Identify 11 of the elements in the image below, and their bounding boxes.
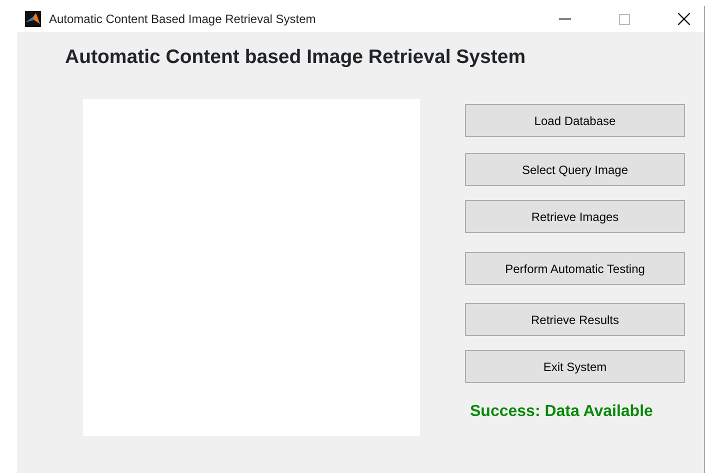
action-button[interactable]: Perform Automatic Testing <box>465 252 685 286</box>
action-button[interactable]: Select Query Image <box>465 153 685 186</box>
close-icon[interactable] <box>678 13 690 25</box>
action-button[interactable]: Retrieve Images <box>465 200 685 234</box>
status-message: Success: Data Available <box>470 402 653 422</box>
app-heading: Automatic Content based Image Retrieval System <box>64 45 527 70</box>
action-button[interactable]: Retrieve Results <box>465 303 685 336</box>
action-button[interactable]: Exit System <box>465 350 685 384</box>
window-title: Automatic Content Based Image Retrieval System <box>49 11 317 28</box>
action-button[interactable]: Load Database <box>465 104 685 138</box>
app-icon <box>25 11 41 27</box>
